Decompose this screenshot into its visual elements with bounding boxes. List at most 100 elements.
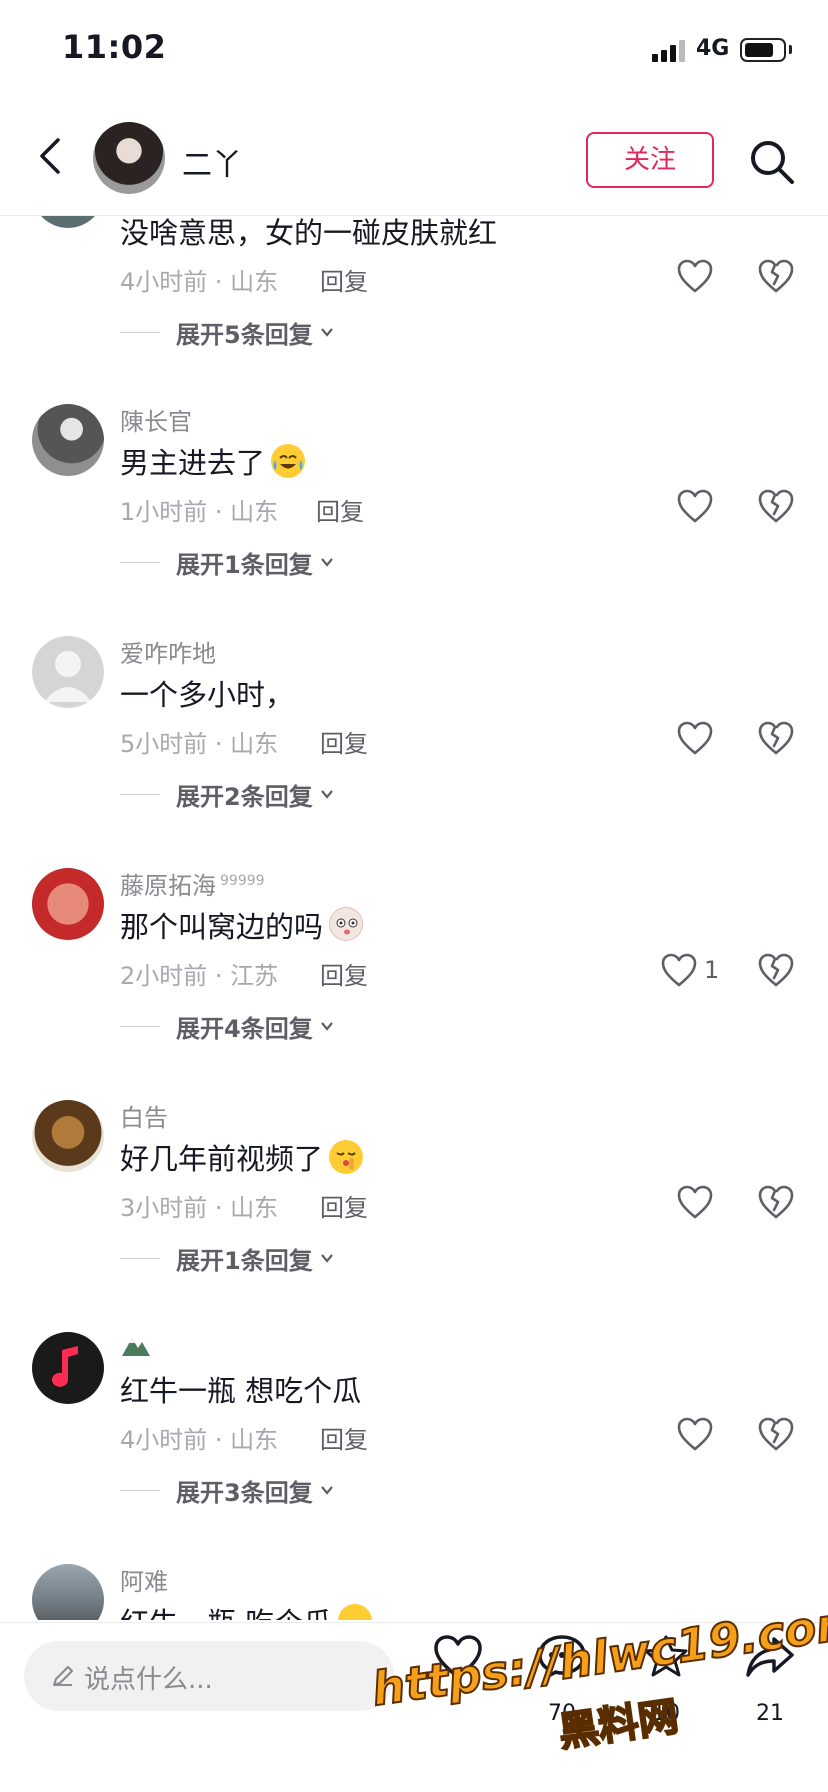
expand-replies[interactable]: 展开1条回复 — [120, 544, 335, 580]
broken-heart-icon[interactable] — [756, 718, 796, 758]
comment-text: 好几年前视频了 — [120, 1136, 364, 1178]
default-avatar-icon[interactable] — [32, 636, 104, 708]
bottom-bar: 说点什么... 70 10 21 — [0, 1622, 828, 1792]
comment-text: 一个多小时， — [120, 678, 295, 712]
comment-list[interactable]: 没啥意思，女的一碰皮肤就红 4小时前 · 山东 回复 展开5条回复 陳长官 男主… — [0, 0, 828, 1620]
heart-icon — [677, 721, 713, 755]
comment-time-location: 2小时前 · 江苏 — [120, 962, 279, 990]
share-count: 21 — [756, 1701, 784, 1726]
collect-button[interactable]: 10 — [626, 1633, 706, 1743]
like-button[interactable] — [676, 486, 720, 526]
reply-button[interactable]: 回复 — [320, 724, 368, 759]
reply-button[interactable]: 回复 — [316, 492, 364, 527]
share-arrow-icon — [746, 1637, 794, 1677]
broken-heart-icon[interactable] — [756, 1414, 796, 1454]
cat-face-emoji — [329, 907, 364, 941]
reply-button[interactable]: 回复 — [320, 956, 368, 991]
comment-bubble-icon — [538, 1635, 586, 1679]
crying-laugh-emoji — [271, 444, 306, 478]
reply-button[interactable]: 回复 — [320, 1420, 368, 1455]
comment-avatar[interactable] — [32, 404, 104, 476]
comment-time-location: 3小时前 · 山东 — [120, 1194, 279, 1222]
heart-icon — [677, 259, 713, 293]
chevron-down-icon — [320, 1022, 333, 1031]
comment-item: 阿难 红牛一瓶 吃个瓜 — [0, 1556, 828, 1620]
chevron-down-icon — [320, 790, 333, 799]
broken-heart-icon[interactable] — [756, 256, 796, 296]
expand-replies[interactable]: 展开2条回复 — [120, 776, 335, 812]
comment-text: 没啥意思，女的一碰皮肤就红 — [120, 216, 498, 250]
expand-replies[interactable]: 展开3条回复 — [120, 1472, 335, 1508]
comment-username[interactable]: 阿难 — [120, 1562, 168, 1597]
comment-count: 70 — [548, 1701, 576, 1726]
comment-item: 红牛一瓶 想吃个瓜 4小时前 · 山东 回复 展开3条回复 — [0, 1324, 828, 1554]
like-button[interactable] — [676, 718, 720, 758]
chevron-down-icon — [320, 1486, 333, 1495]
expand-replies[interactable]: 展开4条回复 — [120, 1008, 335, 1044]
expand-replies[interactable]: 展开5条回复 — [120, 314, 335, 350]
heart-icon — [677, 489, 713, 523]
comment-username[interactable]: 爱咋咋地 — [120, 634, 216, 669]
comment-item: 爱咋咋地 一个多小时， 5小时前 · 山东 回复 展开2条回复 — [0, 628, 828, 858]
comment-text: 红牛一瓶 想吃个瓜 — [120, 1374, 362, 1408]
comment-avatar[interactable] — [32, 868, 104, 940]
like-button[interactable] — [676, 256, 720, 296]
comment-button[interactable]: 70 — [522, 1633, 602, 1743]
comment-time-location: 5小时前 · 山东 — [120, 730, 279, 758]
heart-icon — [661, 953, 697, 987]
comment-time-location: 4小时前 · 山东 — [120, 1426, 279, 1454]
comment-username[interactable]: 陳长官 — [120, 402, 192, 437]
header: 二丫 关注 — [0, 100, 828, 216]
chevron-down-icon — [320, 558, 333, 567]
avatar[interactable] — [93, 122, 165, 194]
search-icon[interactable] — [748, 138, 796, 186]
comment-time-location: 4小时前 · 山东 — [120, 268, 279, 296]
expand-replies-label: 展开1条回复 — [176, 550, 313, 579]
comment-avatar[interactable] — [32, 1564, 104, 1620]
comment-text: 红牛一瓶 吃个瓜 — [120, 1600, 373, 1620]
crying-laugh-emoji — [338, 1604, 373, 1620]
like-button[interactable]: 1 — [660, 950, 719, 990]
heart-icon — [434, 1635, 482, 1679]
expand-replies[interactable]: 展开1条回复 — [120, 1240, 335, 1276]
comment-text: 男主进去了 — [120, 440, 306, 482]
heart-icon — [677, 1185, 713, 1219]
reply-button[interactable]: 回复 — [320, 1188, 368, 1223]
follow-button[interactable]: 关注 — [586, 132, 714, 188]
chevron-down-icon — [320, 328, 333, 337]
expand-replies-label: 展开3条回复 — [176, 1478, 313, 1507]
like-button[interactable] — [676, 1182, 720, 1222]
comment-item: 白告 好几年前视频了 3小时前 · 山东 回复 展开1条回复 — [0, 1092, 828, 1322]
pen-icon — [53, 1666, 73, 1686]
reply-button[interactable]: 回复 — [320, 262, 368, 297]
heart-icon — [677, 1417, 713, 1451]
like-video-button[interactable] — [418, 1633, 498, 1743]
comment-time-location: 1小时前 · 山东 — [120, 498, 279, 526]
expand-replies-label: 展开5条回复 — [176, 320, 313, 349]
broken-heart-icon[interactable] — [756, 950, 796, 990]
comment-avatar[interactable] — [32, 1100, 104, 1172]
comment-text: 那个叫窝边的吗 — [120, 904, 364, 946]
comment-username[interactable]: 藤原拓海 99999 — [120, 866, 265, 901]
collect-count: 10 — [652, 1701, 680, 1726]
comment-item: 藤原拓海 99999 那个叫窝边的吗 2小时前 · 江苏 回复 1 展开4条回复 — [0, 860, 828, 1090]
like-button[interactable] — [676, 1414, 720, 1454]
comment-username[interactable]: 白告 — [120, 1098, 168, 1133]
expand-replies-label: 展开2条回复 — [176, 782, 313, 811]
user-badge: 99999 — [220, 873, 265, 889]
like-count: 1 — [704, 956, 720, 984]
comment-input-placeholder: 说点什么... — [84, 1665, 213, 1695]
mountain-icon[interactable] — [120, 1330, 152, 1364]
expand-replies-label: 展开4条回复 — [176, 1014, 313, 1043]
chevron-down-icon — [320, 1254, 333, 1263]
broken-heart-icon[interactable] — [756, 486, 796, 526]
star-icon — [644, 1635, 688, 1677]
share-button[interactable]: 21 — [730, 1633, 810, 1743]
broken-heart-icon[interactable] — [756, 1182, 796, 1222]
comment-input[interactable]: 说点什么... — [24, 1641, 394, 1711]
expand-replies-label: 展开1条回复 — [176, 1246, 313, 1275]
user-name[interactable]: 二丫 — [182, 140, 242, 184]
back-icon[interactable] — [30, 134, 74, 178]
music-note-avatar-icon[interactable] — [32, 1332, 104, 1404]
comment-item: 陳长官 男主进去了 1小时前 · 山东 回复 展开1条回复 — [0, 396, 828, 626]
